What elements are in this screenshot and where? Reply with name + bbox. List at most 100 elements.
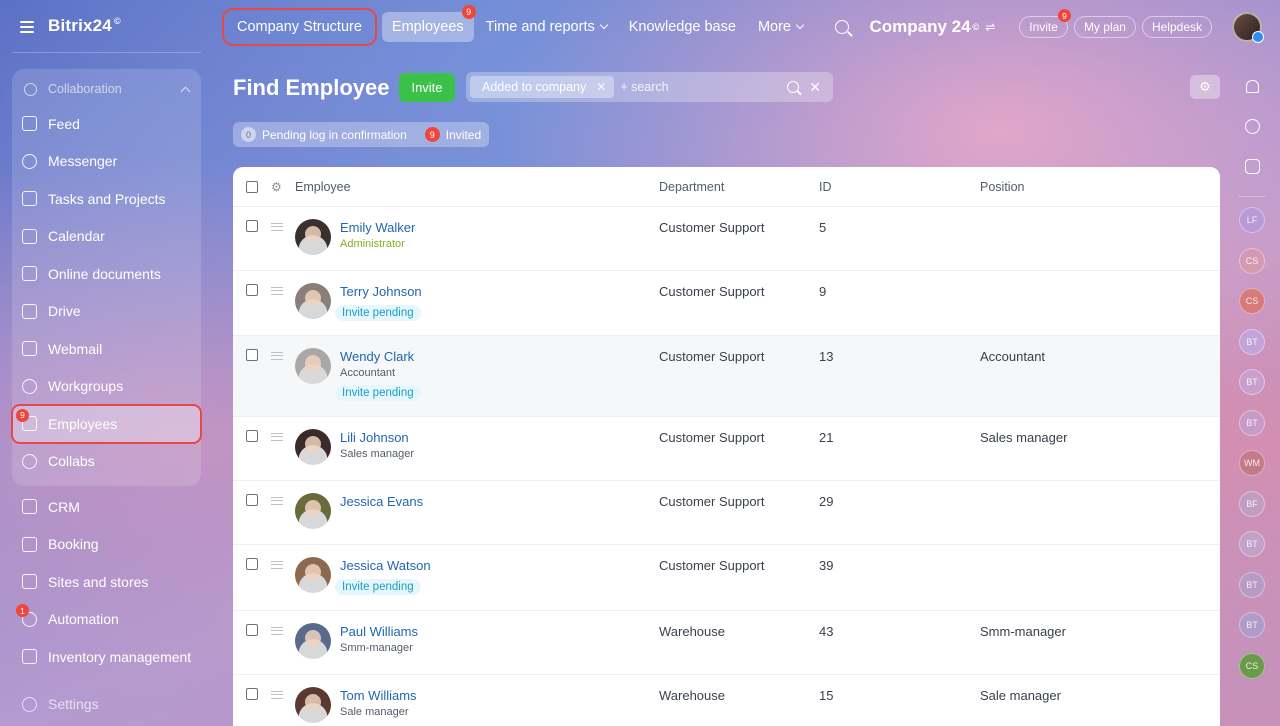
chevron-up-icon[interactable] [180,86,191,96]
filter-chip[interactable]: Added to company ✕ [470,76,615,98]
employee-name-link[interactable]: Lili Johnson [340,430,414,445]
chat-avatar[interactable]: BT [1239,612,1265,638]
chat-avatar[interactable]: BT [1239,369,1265,395]
employee-name-link[interactable]: Wendy Clark [340,349,421,364]
chat-search-icon[interactable] [1232,146,1272,186]
employee-name-link[interactable]: Jessica Evans [340,494,423,509]
sidebar-item-workgroups[interactable]: Workgroups [12,368,201,406]
sidebar-item-employees[interactable]: 9 Employees [11,404,202,444]
sidebar-item-webmail[interactable]: Webmail [12,330,201,368]
chat-avatar[interactable]: WM [1239,450,1265,476]
chat-avatar[interactable]: LF [1239,207,1265,233]
row-checkbox[interactable] [246,430,258,442]
sidebar-item-online-documents[interactable]: Online documents [12,255,201,293]
clear-filter-icon[interactable]: ✕ [809,79,821,96]
row-checkbox[interactable] [246,349,258,361]
filter-search-bar[interactable]: Added to company ✕ + search ✕ [466,72,833,102]
chat-avatar[interactable]: CS [1239,247,1265,274]
sidebar-item-automation[interactable]: 1 Automation [12,601,201,639]
column-position[interactable]: Position [980,180,1220,194]
avatar[interactable] [295,557,331,593]
search-input[interactable]: + search [620,80,668,94]
avatar[interactable] [295,623,331,659]
avatar[interactable] [295,348,331,384]
avatar[interactable] [295,219,331,255]
drag-handle-icon[interactable] [271,691,283,699]
table-row[interactable]: Paul Williams Smm-manager Warehouse 43 Smm-m… [233,611,1220,675]
page-settings-button[interactable]: ⚙ [1190,75,1220,99]
chat-avatar[interactable]: BT [1239,328,1265,355]
avatar[interactable] [295,283,331,319]
user-avatar[interactable] [1232,12,1264,43]
sidebar-item-feed[interactable]: Feed [12,105,201,143]
drag-handle-icon[interactable] [271,223,283,231]
table-row[interactable]: Emily Walker Administrator Customer Suppor… [233,207,1220,271]
column-id[interactable]: ID [819,180,980,194]
brand-logo[interactable]: Bitrix24 © [48,16,121,36]
search-icon[interactable] [835,20,850,34]
top-nav-knowledge-base[interactable]: Knowledge base [619,12,746,42]
sidebar-item-collabs[interactable]: Collabs [12,443,201,481]
sidebar-item-calendar[interactable]: Calendar [12,218,201,256]
employee-name-link[interactable]: Terry Johnson [340,284,422,299]
drag-handle-icon[interactable] [271,352,283,360]
chat-avatar[interactable]: BF [1239,490,1265,517]
row-checkbox[interactable] [246,284,258,296]
filter-search-icon[interactable] [787,81,800,93]
row-checkbox[interactable] [246,558,258,570]
invite-button[interactable]: Invite [399,73,455,102]
top-nav-more[interactable]: More [748,12,813,42]
table-row[interactable]: Jessica Watson Invite pending Customer Sup… [233,545,1220,611]
row-checkbox[interactable] [246,220,258,232]
employee-name-link[interactable]: Jessica Watson [340,558,431,573]
column-settings-icon[interactable]: ⚙ [271,180,282,194]
top-nav-company-structure[interactable]: Company Structure [222,8,377,46]
counter-pending-confirmation[interactable]: 0 Pending log in confirmation [241,127,407,142]
row-checkbox[interactable] [246,624,258,636]
avatar[interactable] [295,687,331,723]
drag-handle-icon[interactable] [271,433,283,441]
select-all-checkbox[interactable] [246,180,258,193]
employee-name-link[interactable]: Emily Walker [340,220,415,235]
column-employee[interactable]: Employee [295,180,659,194]
column-department[interactable]: Department [659,180,819,194]
employee-name-link[interactable]: Paul Williams [340,624,418,639]
invite-pill-button[interactable]: Invite 9 [1019,9,1071,38]
my-plan-button[interactable]: My plan [1073,16,1136,38]
sidebar-item-booking[interactable]: Booking [12,526,201,564]
chat-avatar[interactable]: BT [1239,409,1265,436]
table-row[interactable]: Jessica Evans Customer Support 29 [233,481,1220,545]
sidebar-item-drive[interactable]: Drive [12,293,201,331]
drag-handle-icon[interactable] [271,627,283,635]
sidebar-item-settings[interactable]: Settings [12,686,201,724]
chip-remove-icon[interactable]: ✕ [596,80,606,94]
avatar[interactable] [295,493,331,529]
drag-handle-icon[interactable] [271,287,283,295]
table-row[interactable]: Lili Johnson Sales manager Customer Suppor… [233,417,1220,481]
table-row[interactable]: Wendy Clark Accountant Invite pending Custo… [233,336,1220,417]
helpdesk-button[interactable]: Helpdesk [1141,16,1212,38]
sidebar-item-tasks[interactable]: Tasks and Projects [12,180,201,218]
activity-icon[interactable] [1232,106,1272,146]
sidebar-item-sites[interactable]: Sites and stores [12,563,201,601]
row-checkbox[interactable] [246,688,258,700]
table-row[interactable]: Tom Williams Sale manager Warehouse 15 Sale … [233,675,1220,726]
top-nav-employees[interactable]: Employees 9 [381,5,476,42]
top-nav-time-reports[interactable]: Time and reports [476,12,617,42]
bell-icon[interactable] [1232,66,1272,106]
avatar[interactable] [295,429,331,465]
table-row[interactable]: Terry Johnson Invite pending Customer Supp… [233,271,1220,336]
chat-avatar[interactable]: CS [1239,652,1265,679]
menu-icon[interactable] [20,20,34,33]
chat-avatar[interactable]: CS [1239,288,1265,314]
counter-invited[interactable]: 9 Invited [424,127,481,142]
sidebar-item-crm[interactable]: CRM [12,488,201,526]
row-checkbox[interactable] [246,494,258,506]
collaboration-group-header[interactable]: Collaboration [12,73,201,105]
drag-handle-icon[interactable] [271,561,283,569]
chat-avatar[interactable]: BT [1239,531,1265,557]
employee-name-link[interactable]: Tom Williams [340,688,417,703]
drag-handle-icon[interactable] [271,497,283,505]
company-name[interactable]: Company 24 © ⇌ [869,17,995,37]
settings-sliders-icon[interactable]: ⇌ [985,20,995,34]
